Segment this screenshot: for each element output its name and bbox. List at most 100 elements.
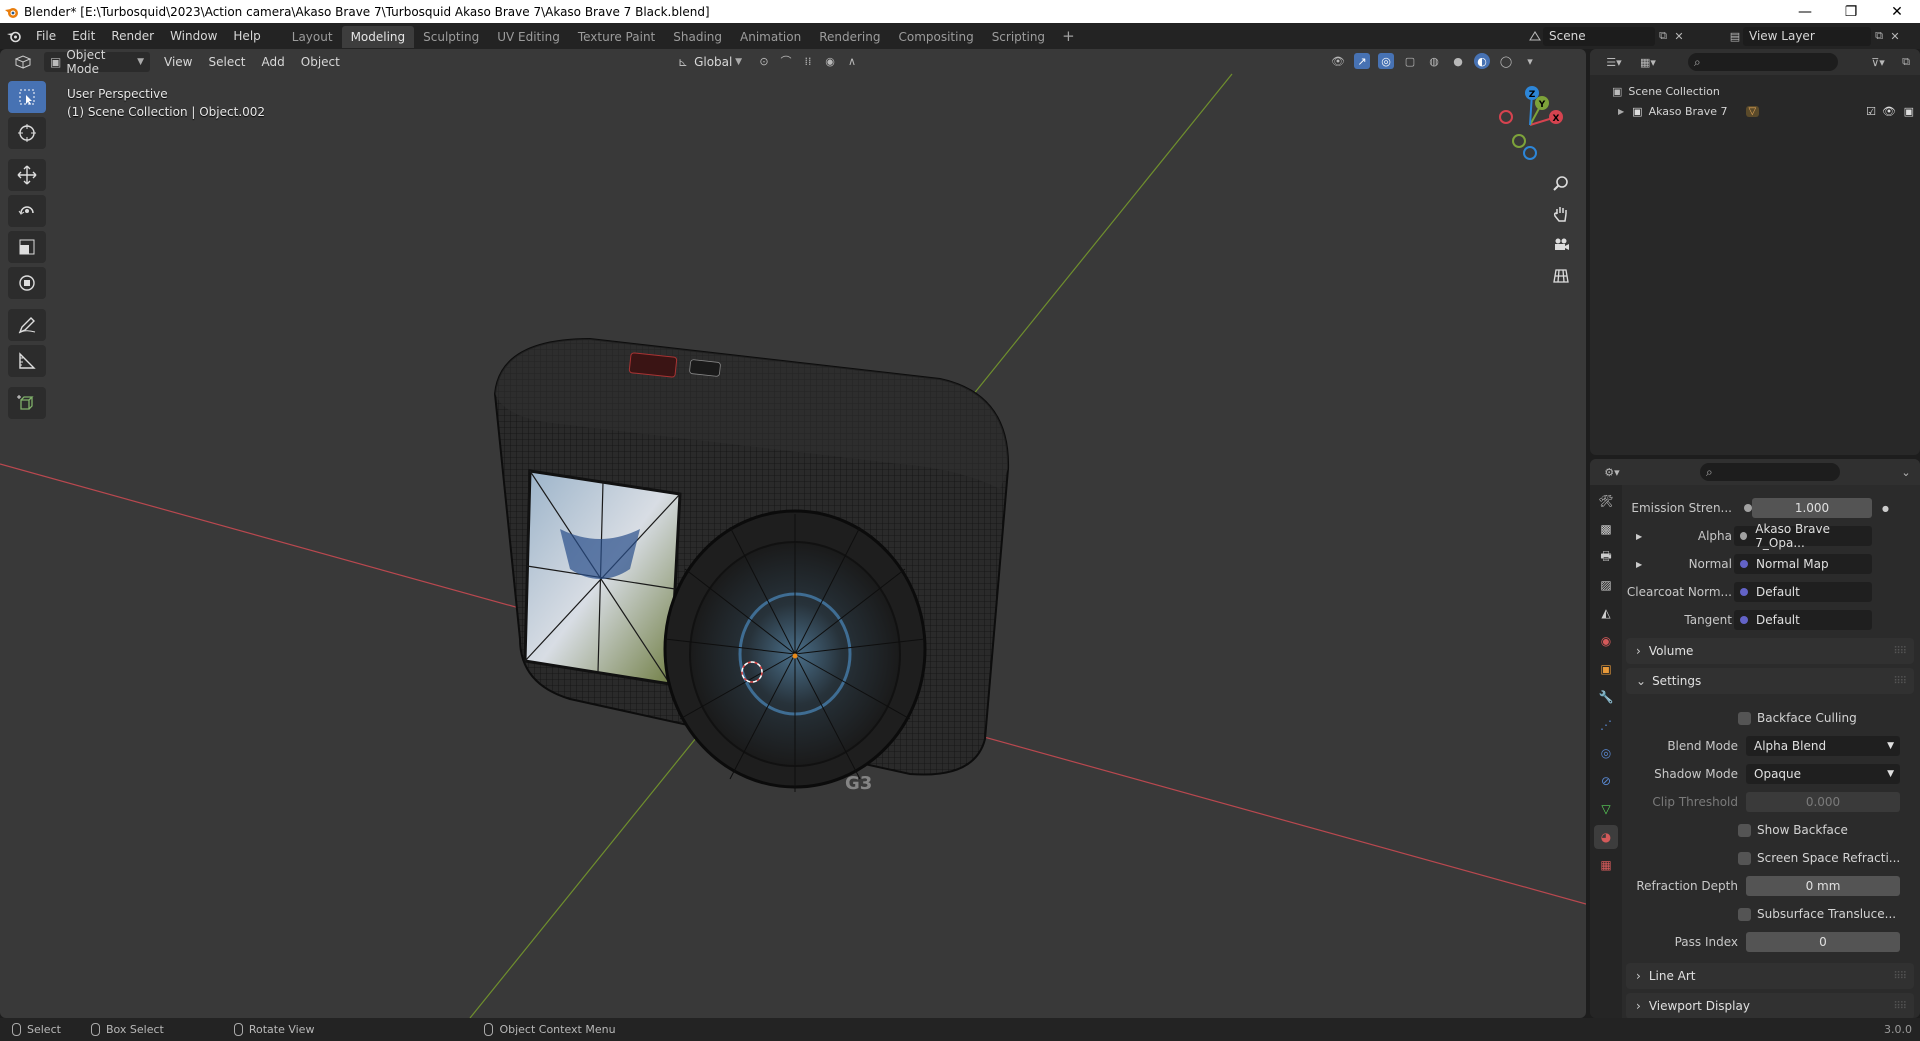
object-data-tab-icon[interactable]: ▽ bbox=[1594, 797, 1618, 821]
tab-shading[interactable]: Shading bbox=[664, 26, 731, 48]
move-tool[interactable] bbox=[8, 159, 46, 191]
view-layer-field[interactable]: View Layer bbox=[1743, 26, 1871, 46]
editor-type-icon[interactable] bbox=[8, 52, 38, 72]
output-tab-icon[interactable]: 🖶 bbox=[1594, 545, 1618, 569]
3d-viewport[interactable]: G3 ▣ Object Mode ▼ View Select Add Objec… bbox=[0, 49, 1586, 1018]
menu-file[interactable]: File bbox=[28, 23, 64, 49]
proportional-edit-icon[interactable]: ◉ bbox=[822, 53, 838, 69]
modifier-tab-icon[interactable]: 🔧 bbox=[1594, 685, 1618, 709]
object-data-icon[interactable]: ▽ bbox=[1745, 105, 1760, 117]
outliner-item-akaso[interactable]: ▶ ▣ Akaso Brave 7 ▽ ☑ 👁 ▣ bbox=[1590, 101, 1920, 121]
outliner-scene-collection[interactable]: ▣ Scene Collection bbox=[1590, 81, 1920, 101]
properties-editor-icon[interactable]: ⚙▾ bbox=[1600, 464, 1624, 480]
select-box-tool[interactable] bbox=[8, 81, 46, 113]
drag-grip-icon[interactable]: ⠿⠿ bbox=[1893, 676, 1907, 687]
snap-icon[interactable]: ⌒ bbox=[778, 53, 794, 69]
volume-panel-header[interactable]: › Volume ⠿⠿ bbox=[1626, 638, 1914, 664]
tool-tab-icon[interactable]: 🛠 bbox=[1594, 489, 1618, 513]
new-view-layer-icon[interactable]: ⧉ bbox=[1871, 28, 1887, 44]
maximize-button[interactable]: ❐ bbox=[1828, 0, 1874, 23]
menu-render[interactable]: Render bbox=[103, 23, 162, 49]
snap-target-icon[interactable]: ⁞⁞ bbox=[800, 53, 816, 69]
subsurface-translucency-row[interactable]: Subsurface Transluce... bbox=[1738, 903, 1914, 925]
physics-tab-icon[interactable]: ◎ bbox=[1594, 741, 1618, 765]
transform-orientation-dropdown[interactable]: ⊾ Global ▼ bbox=[672, 52, 748, 72]
pivot-icon[interactable]: ⊙ bbox=[756, 53, 772, 69]
outliner-editor-icon[interactable]: ☰▾ bbox=[1602, 54, 1626, 70]
outliner-search-input[interactable]: ⌕ bbox=[1688, 53, 1838, 71]
tab-sculpting[interactable]: Sculpting bbox=[414, 26, 488, 48]
tangent-field[interactable]: Default bbox=[1734, 610, 1872, 630]
expand-arrow-icon[interactable]: ▶ bbox=[1636, 560, 1642, 569]
menu-window[interactable]: Window bbox=[162, 23, 225, 49]
mode-dropdown[interactable]: ▣ Object Mode ▼ bbox=[44, 49, 150, 76]
normal-link-field[interactable]: Normal Map bbox=[1734, 554, 1872, 574]
scene-name-field[interactable]: Scene bbox=[1543, 26, 1655, 46]
visibility-icon[interactable]: 👁 bbox=[1330, 53, 1346, 69]
drag-grip-icon[interactable]: ⠿⠿ bbox=[1893, 971, 1907, 982]
world-tab-icon[interactable]: ◉ bbox=[1594, 629, 1618, 653]
screen-space-refraction-checkbox[interactable] bbox=[1738, 851, 1751, 865]
camera-render-icon[interactable]: ▣ bbox=[1904, 105, 1914, 118]
backface-culling-row[interactable]: Backface Culling bbox=[1738, 707, 1914, 729]
alpha-link-field[interactable]: Akaso Brave 7_Opa... bbox=[1734, 522, 1872, 550]
keyframe-dot-icon[interactable]: ● bbox=[1882, 504, 1889, 513]
pass-index-field[interactable]: 0 bbox=[1746, 932, 1900, 952]
display-mode-icon[interactable]: ▦▾ bbox=[1636, 54, 1660, 70]
view-layer-icon[interactable]: ▤ bbox=[1727, 28, 1743, 44]
line-art-panel-header[interactable]: › Line Art ⠿⠿ bbox=[1626, 963, 1914, 989]
falloff-icon[interactable]: ∧ bbox=[844, 53, 860, 69]
add-cube-tool[interactable] bbox=[8, 387, 46, 419]
new-collection-icon[interactable]: ⧉ bbox=[1898, 54, 1914, 70]
tab-animation[interactable]: Animation bbox=[731, 26, 810, 48]
tab-modeling[interactable]: Modeling bbox=[341, 26, 415, 48]
tab-rendering[interactable]: Rendering bbox=[810, 26, 889, 48]
render-tab-icon[interactable]: ▩ bbox=[1594, 517, 1618, 541]
measure-tool[interactable] bbox=[8, 345, 46, 377]
transform-tool[interactable] bbox=[8, 267, 46, 299]
camera-model[interactable]: G3 bbox=[493, 337, 1010, 794]
texture-tab-icon[interactable]: ▦ bbox=[1594, 853, 1618, 877]
expand-arrow-icon[interactable]: ▶ bbox=[1636, 532, 1642, 541]
eye-icon[interactable]: 👁 bbox=[1882, 105, 1896, 118]
scene-tab-icon[interactable]: ◭ bbox=[1594, 601, 1618, 625]
rendered-shading-icon[interactable]: ◯ bbox=[1498, 53, 1514, 69]
remove-scene-icon[interactable]: ✕ bbox=[1671, 28, 1687, 44]
subsurface-translucency-checkbox[interactable] bbox=[1738, 907, 1751, 921]
expand-arrow-icon[interactable]: ▶ bbox=[1618, 107, 1624, 116]
tab-layout[interactable]: Layout bbox=[283, 26, 342, 48]
new-scene-icon[interactable]: ⧉ bbox=[1655, 28, 1671, 44]
overlays-toggle-icon[interactable]: ◎ bbox=[1378, 53, 1394, 69]
add-workspace-icon[interactable]: + bbox=[1054, 27, 1083, 45]
blender-menu-icon[interactable] bbox=[0, 23, 28, 49]
camera-view-icon[interactable] bbox=[1547, 231, 1575, 259]
solid-shading-icon[interactable]: ● bbox=[1450, 53, 1466, 69]
shading-options-chevron-icon[interactable]: ▾ bbox=[1522, 53, 1538, 69]
scale-tool[interactable] bbox=[8, 231, 46, 263]
scene-icon[interactable] bbox=[1527, 28, 1543, 44]
drag-grip-icon[interactable]: ⠿⠿ bbox=[1893, 646, 1907, 657]
xray-icon[interactable]: ▢ bbox=[1402, 53, 1418, 69]
minimize-button[interactable]: — bbox=[1782, 0, 1828, 23]
material-tab-icon[interactable]: ◕ bbox=[1594, 825, 1618, 849]
tab-compositing[interactable]: Compositing bbox=[889, 26, 982, 48]
blend-mode-dropdown[interactable]: Alpha Blend ▼ bbox=[1746, 736, 1900, 756]
filter-icon[interactable]: ⊽▾ bbox=[1866, 54, 1890, 70]
constraints-tab-icon[interactable]: ⊘ bbox=[1594, 769, 1618, 793]
remove-view-layer-icon[interactable]: ✕ bbox=[1887, 28, 1903, 44]
menu-help[interactable]: Help bbox=[225, 23, 268, 49]
cursor-tool[interactable] bbox=[8, 117, 46, 149]
show-backface-row[interactable]: Show Backface bbox=[1738, 819, 1914, 841]
pan-hand-icon[interactable] bbox=[1547, 200, 1575, 228]
particles-tab-icon[interactable]: ⋰ bbox=[1594, 713, 1618, 737]
annotate-tool[interactable] bbox=[8, 309, 46, 341]
shadow-mode-dropdown[interactable]: Opaque ▼ bbox=[1746, 764, 1900, 784]
object-tab-icon[interactable]: ▣ bbox=[1594, 657, 1618, 681]
backface-culling-checkbox[interactable] bbox=[1738, 711, 1751, 725]
menu-object[interactable]: Object bbox=[293, 55, 348, 69]
refraction-depth-field[interactable]: 0 mm bbox=[1746, 876, 1900, 896]
ortho-grid-icon[interactable] bbox=[1547, 262, 1575, 290]
menu-add[interactable]: Add bbox=[254, 55, 293, 69]
screen-space-refraction-row[interactable]: Screen Space Refracti... bbox=[1738, 847, 1914, 869]
tab-texture-paint[interactable]: Texture Paint bbox=[569, 26, 664, 48]
